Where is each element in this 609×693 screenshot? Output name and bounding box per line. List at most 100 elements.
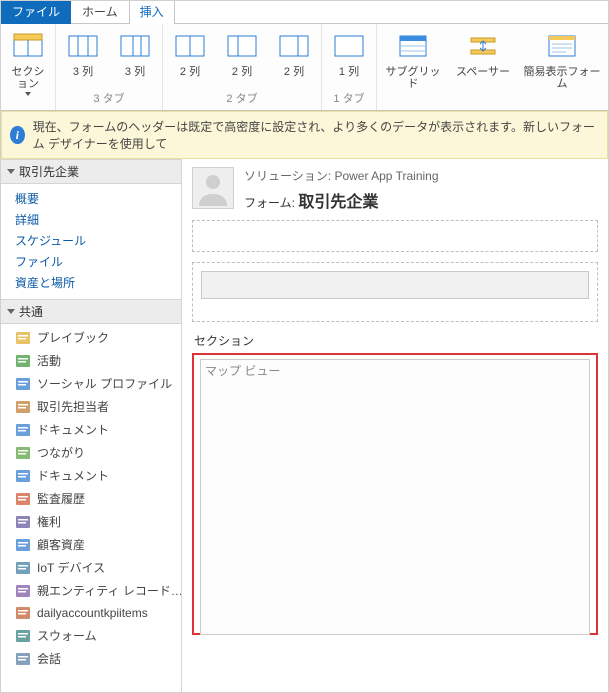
one-col-button[interactable]: 1 列 [328, 30, 370, 78]
sidebar-group2-list: プレイブック活動ソーシャル プロファイル取引先担当者ドキュメントつながりドキュメ… [1, 324, 181, 672]
sidebar-group2-header[interactable]: 共通 [1, 299, 181, 324]
entity-icon [15, 537, 31, 553]
sidebar-nav-link[interactable]: スケジュール [15, 230, 181, 251]
form-canvas: ソリューション: Power App Training フォーム: 取引先企業 … [182, 159, 608, 693]
sidebar-entity-item[interactable]: 監査履歴 [1, 487, 181, 510]
app-window: ファイル ホーム 挿入 セクション 3 列 [0, 0, 609, 693]
three-col-button-a[interactable]: 3 列 [62, 30, 104, 78]
quickview-icon [546, 30, 578, 62]
sidebar-entity-item[interactable]: ソーシャル プロファイル [1, 372, 181, 395]
tab-insert[interactable]: 挿入 [129, 0, 175, 24]
ribbon: セクション 3 列 3 列 3 タブ [1, 24, 608, 111]
sidebar-group1-title: 取引先企業 [19, 163, 79, 180]
quickview-button[interactable]: 簡易表示フォーム [523, 30, 601, 90]
sidebar-entity-label: ソーシャル プロファイル [37, 375, 172, 392]
entity-icon [15, 353, 31, 369]
sidebar-nav-link[interactable]: 概要 [15, 188, 181, 209]
subgrid-icon [397, 30, 429, 62]
columns2b-icon [226, 30, 258, 62]
sidebar-entity-label: つながり [37, 444, 85, 461]
mapview-label: マップ ビュー [205, 364, 280, 378]
spacer-icon [467, 30, 499, 62]
info-bar: i 現在、フォームのヘッダーは既定で高密度に設定され、より多くのデータが表示され… [1, 111, 608, 159]
sidebar-entity-item[interactable]: ドキュメント [1, 464, 181, 487]
sidebar-entity-item[interactable]: IoT デバイス [1, 556, 181, 579]
sidebar-entity-label: 親エンティティ レコード… [37, 582, 181, 599]
two-col-button-b[interactable]: 2 列 [221, 30, 263, 78]
entity-icon [15, 491, 31, 507]
entity-icon [15, 399, 31, 415]
entity-icon [15, 514, 31, 530]
two-col-label-c: 2 列 [284, 66, 304, 78]
subgrid-label: サブグリッド [383, 66, 443, 90]
solution-line: ソリューション: Power App Training [244, 167, 439, 184]
one-col-label: 1 列 [339, 66, 359, 78]
two-col-button-a[interactable]: 2 列 [169, 30, 211, 78]
caret-down-icon [7, 309, 15, 314]
info-text: 現在、フォームのヘッダーは既定で高密度に設定され、より多くのデータが表示されます… [33, 118, 599, 152]
sidebar-entity-item[interactable]: 会話 [1, 647, 181, 670]
sidebar-group1-list: 概要詳細スケジュールファイル資産と場所 [1, 184, 181, 299]
sidebar: 取引先企業 概要詳細スケジュールファイル資産と場所 共通 プレイブック活動ソーシ… [1, 159, 182, 693]
sidebar-entity-item[interactable]: dailyaccountkpiitems [1, 602, 181, 624]
entity-icon [15, 330, 31, 346]
section-label: セクション [194, 332, 598, 349]
ribbon-group-1tab: 1 列 1 タブ [322, 24, 377, 110]
two-col-button-c[interactable]: 2 列 [273, 30, 315, 78]
ribbon-group-2tab: 2 列 2 列 2 列 2 タブ [163, 24, 322, 110]
avatar-icon [192, 167, 234, 209]
sidebar-entity-label: 顧客資産 [37, 536, 85, 553]
sidebar-entity-item[interactable]: プレイブック [1, 326, 181, 349]
section-icon [12, 30, 44, 62]
mapview-control[interactable]: マップ ビュー [200, 359, 590, 635]
field-placeholder [201, 271, 589, 299]
field-dropzone[interactable] [192, 262, 598, 322]
ribbon-tabs: ファイル ホーム 挿入 [1, 1, 608, 24]
sidebar-nav-link[interactable]: ファイル [15, 251, 181, 272]
group-label-1tab: 1 タブ [333, 88, 364, 108]
sidebar-entity-label: 会話 [37, 650, 61, 667]
ribbon-group-section: セクション [1, 24, 56, 110]
form-prefix: フォーム: [244, 196, 298, 210]
subgrid-button[interactable]: サブグリッド [383, 30, 443, 90]
entity-icon [15, 468, 31, 484]
sidebar-entity-item[interactable]: 活動 [1, 349, 181, 372]
sidebar-entity-label: プレイブック [37, 329, 109, 346]
selected-section[interactable]: マップ ビュー [192, 353, 598, 635]
three-col-button-b[interactable]: 3 列 [114, 30, 156, 78]
sidebar-entity-item[interactable]: 権利 [1, 510, 181, 533]
sidebar-entity-item[interactable]: つながり [1, 441, 181, 464]
sidebar-entity-item[interactable]: 顧客資産 [1, 533, 181, 556]
sidebar-nav-link[interactable]: 資産と場所 [15, 272, 181, 293]
work-area: 取引先企業 概要詳細スケジュールファイル資産と場所 共通 プレイブック活動ソーシ… [1, 159, 608, 693]
sidebar-entity-item[interactable]: ドキュメント [1, 418, 181, 441]
two-col-label-a: 2 列 [180, 66, 200, 78]
sidebar-entity-label: 権利 [37, 513, 61, 530]
sidebar-entity-label: 監査履歴 [37, 490, 85, 507]
entity-icon [15, 628, 31, 644]
sidebar-group1-header[interactable]: 取引先企業 [1, 159, 181, 184]
caret-down-icon [7, 169, 15, 174]
spacer-button[interactable]: スペーサー [453, 30, 513, 78]
info-icon: i [10, 126, 25, 144]
ribbon-group-controls: サブグリッド スペーサー 簡易表示フォーム [377, 24, 607, 110]
form-line: フォーム: 取引先企業 [244, 188, 439, 212]
tab-home[interactable]: ホーム [71, 0, 129, 24]
entity-icon [15, 560, 31, 576]
sidebar-entity-item[interactable]: 取引先担当者 [1, 395, 181, 418]
sidebar-entity-item[interactable]: スウォーム [1, 624, 181, 647]
form-name: 取引先企業 [298, 194, 378, 211]
form-header: ソリューション: Power App Training フォーム: 取引先企業 [192, 167, 598, 212]
sidebar-nav-link[interactable]: 詳細 [15, 209, 181, 230]
section-button[interactable]: セクション [7, 30, 49, 96]
columns3-icon [67, 30, 99, 62]
group-label-empty1 [26, 96, 29, 112]
entity-icon [15, 445, 31, 461]
group-label-2tab: 2 タブ [226, 88, 257, 108]
sidebar-entity-label: dailyaccountkpiitems [37, 606, 148, 620]
header-dropzone[interactable] [192, 220, 598, 252]
sidebar-entity-item[interactable]: 親エンティティ レコード… [1, 579, 181, 602]
sidebar-entity-label: ドキュメント [37, 421, 109, 438]
tab-file[interactable]: ファイル [1, 0, 71, 24]
entity-icon [15, 583, 31, 599]
